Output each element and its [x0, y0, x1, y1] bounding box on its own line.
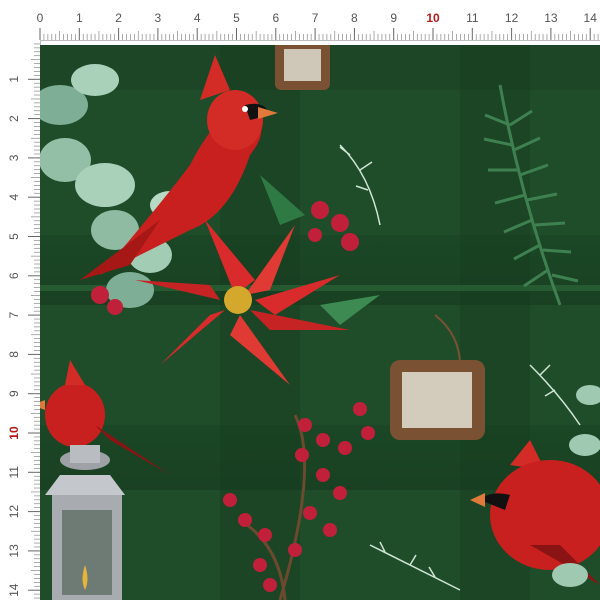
ruler-top-label: 8	[351, 11, 358, 25]
fabric-artwork	[40, 45, 600, 600]
ruler-left-label: 10	[7, 426, 21, 440]
ruler-top-label: 13	[544, 11, 558, 25]
ruler-left-label: 9	[7, 390, 21, 397]
ruler-top-label: 7	[312, 11, 319, 25]
ruler-left: 1 2 3 4 5 6 7 8 9 10 11 12 13 14	[0, 40, 41, 600]
ruler-left-label: 2	[7, 115, 21, 122]
ruler-top-label: 10	[426, 11, 440, 25]
ruler-top-ticks: 0 1 2 3 4 5 6 7 8 9 10 11 12 13 14	[37, 11, 599, 40]
ruler-left-label: 14	[7, 583, 21, 597]
ruler-top-label: 4	[194, 11, 201, 25]
ruler-top-label: 14	[584, 11, 598, 25]
ruler-left-label: 6	[7, 272, 21, 279]
ruler-top-label: 5	[233, 11, 240, 25]
ruler-top-label: 0	[37, 11, 44, 25]
ruler-left-label: 8	[7, 351, 21, 358]
ruler-top-label: 6	[272, 11, 279, 25]
ruler-left-label: 11	[7, 466, 21, 479]
ruler-top-label: 2	[115, 11, 122, 25]
ruler-top-label: 3	[155, 11, 162, 25]
ruler-top-label: 12	[505, 11, 519, 25]
ruler-left-label: 7	[7, 311, 21, 318]
ruler-top: 0 1 2 3 4 5 6 7 8 9 10 11 12 13 14	[0, 0, 600, 41]
ruler-left-ticks: 1234567891011121314	[7, 43, 40, 599]
ruler-left-label: 4	[7, 194, 21, 201]
wooden-frame-tag	[275, 45, 330, 90]
ruler-left-label: 1	[7, 76, 21, 83]
ruler-top-label: 1	[76, 11, 83, 25]
fabric-pattern	[40, 45, 600, 600]
ruler-left-label: 12	[7, 505, 21, 519]
ruler-top-label: 11	[466, 11, 479, 25]
ruler-top-label: 9	[390, 11, 397, 25]
ruler-left-label: 13	[7, 544, 21, 558]
ruler-left-label: 5	[7, 233, 21, 240]
ruler-left-label: 3	[7, 154, 21, 161]
